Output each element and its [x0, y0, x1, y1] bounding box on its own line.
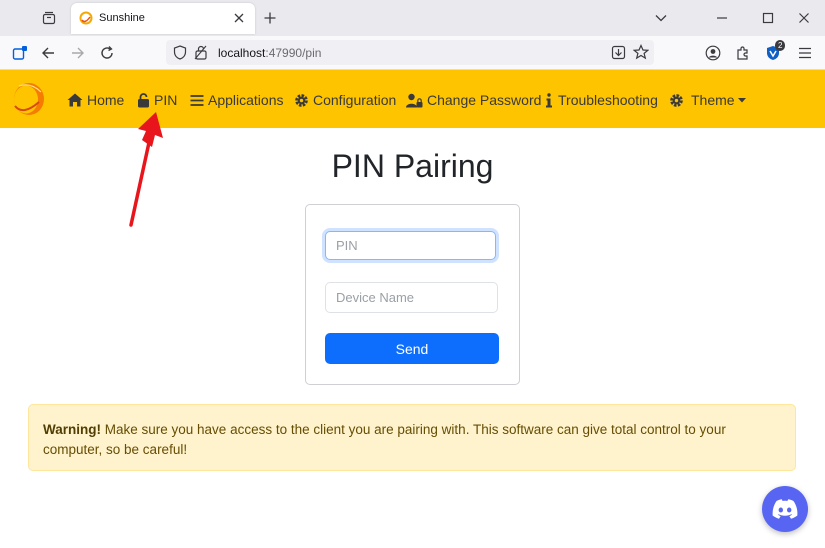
address-bar[interactable]: localhost:47990/pin	[166, 40, 654, 65]
warning-strong: Warning!	[43, 422, 101, 437]
list-all-tabs-icon[interactable]	[652, 9, 670, 27]
maximize-icon[interactable]	[759, 9, 777, 27]
user-lock-icon	[406, 93, 423, 107]
new-tab-icon[interactable]	[261, 9, 279, 27]
nav-change-password-label: Change Password	[427, 92, 542, 108]
reload-icon[interactable]	[97, 43, 117, 63]
lock-icon	[138, 92, 149, 107]
url-path: :47990/pin	[265, 46, 322, 60]
url-text: localhost:47990/pin	[218, 46, 321, 60]
extension-badge: 2	[775, 40, 786, 51]
sunshine-logo-icon[interactable]	[11, 80, 47, 118]
browser-tab-bar: Sunshine	[0, 0, 825, 36]
nav-applications-label: Applications	[208, 92, 284, 108]
pin-input[interactable]	[325, 231, 496, 260]
theme-gear-icon	[670, 93, 683, 107]
browser-tab-sunshine[interactable]: Sunshine	[71, 3, 255, 34]
tab-list-icon[interactable]	[38, 8, 60, 28]
nav-change-password[interactable]: Change Password	[406, 91, 541, 109]
tab-title: Sunshine	[99, 12, 145, 24]
minimize-icon[interactable]	[713, 9, 731, 27]
close-window-icon[interactable]	[795, 9, 813, 27]
gear-icon	[295, 93, 308, 107]
menu-hamburger-icon[interactable]	[795, 43, 815, 63]
browser-toolbar: localhost:47990/pin 2	[0, 36, 825, 70]
url-host: localhost	[218, 46, 266, 60]
back-arrow-icon[interactable]	[38, 43, 58, 63]
info-icon	[546, 92, 552, 107]
list-icon	[190, 94, 204, 106]
nav-theme-dropdown[interactable]: Theme	[669, 91, 750, 109]
nav-troubleshooting[interactable]: Troubleshooting	[544, 91, 658, 109]
save-page-icon[interactable]	[611, 45, 626, 65]
nav-theme-label: Theme	[691, 92, 735, 108]
shield-icon[interactable]	[173, 45, 187, 65]
device-name-input[interactable]	[325, 282, 498, 313]
send-button[interactable]: Send	[325, 333, 499, 364]
nav-configuration[interactable]: Configuration	[294, 91, 396, 109]
nav-pin[interactable]: PIN	[137, 91, 177, 109]
bookmark-star-icon[interactable]	[632, 44, 650, 65]
sunshine-favicon-icon	[79, 11, 93, 25]
nav-troubleshooting-label: Troubleshooting	[558, 92, 658, 108]
extension-shield-icon[interactable]: 2	[764, 40, 786, 63]
page-info-icon[interactable]	[194, 45, 208, 65]
warning-text: Make sure you have access to the client …	[43, 422, 726, 457]
discord-icon	[772, 499, 798, 519]
nav-configuration-label: Configuration	[313, 92, 397, 108]
forward-arrow-icon[interactable]	[68, 43, 88, 63]
nav-home-label: Home	[87, 92, 125, 108]
extensions-puzzle-icon[interactable]	[733, 43, 753, 63]
caret-down-icon	[737, 97, 746, 102]
nav-applications[interactable]: Applications	[190, 91, 284, 109]
nav-pin-label: PIN	[154, 92, 178, 108]
sidebar-toggle-icon[interactable]	[10, 43, 30, 63]
home-icon	[67, 93, 83, 107]
close-tab-icon[interactable]	[231, 10, 247, 26]
discord-button[interactable]	[762, 486, 808, 532]
nav-home[interactable]: Home	[67, 91, 124, 109]
page-title: PIN Pairing	[331, 148, 494, 184]
account-icon[interactable]	[703, 43, 723, 63]
warning-alert: Warning! Make sure you have access to th…	[28, 404, 796, 471]
